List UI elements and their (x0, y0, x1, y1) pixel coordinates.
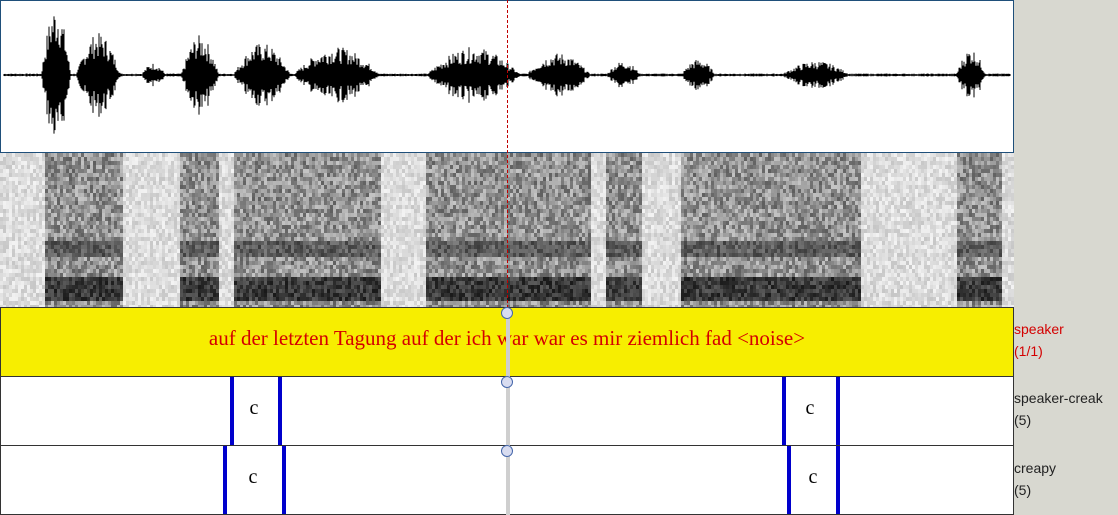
time-cursor-line[interactable] (507, 0, 508, 308)
segment-label: c (249, 397, 259, 419)
tier-name: creapy (1014, 460, 1057, 476)
playback-cursor-line[interactable] (506, 310, 510, 515)
cursor-handle[interactable] (501, 445, 513, 457)
segment-label: c (805, 397, 815, 419)
segment-boundary[interactable] (787, 446, 791, 514)
segment-boundary[interactable] (836, 377, 840, 445)
tier-info-speaker: speaker (1/1) (1014, 318, 1118, 362)
annotation-editor[interactable]: auf der letzten Tagung auf der ich war w… (0, 0, 1014, 515)
tier-info-creapy: creapy (5) (1014, 457, 1118, 501)
tier-info-speaker-creak: speaker-creak (5) (1014, 387, 1118, 431)
tier-count: (5) (1014, 412, 1032, 428)
tier-count: (1/1) (1014, 343, 1043, 359)
tier-name: speaker (1014, 321, 1064, 337)
segment-boundary[interactable] (782, 377, 786, 445)
segment-boundary[interactable] (282, 446, 286, 514)
tier-name: speaker-creak (1014, 390, 1103, 406)
segment-boundary[interactable] (836, 446, 840, 514)
segment-label: c (808, 466, 818, 488)
tier-count: (5) (1014, 482, 1032, 498)
segment-boundary[interactable] (278, 377, 282, 445)
segment-label: c (248, 466, 258, 488)
cursor-handle[interactable] (501, 376, 513, 388)
segment-boundary[interactable] (223, 446, 227, 514)
cursor-handle[interactable] (501, 307, 513, 319)
